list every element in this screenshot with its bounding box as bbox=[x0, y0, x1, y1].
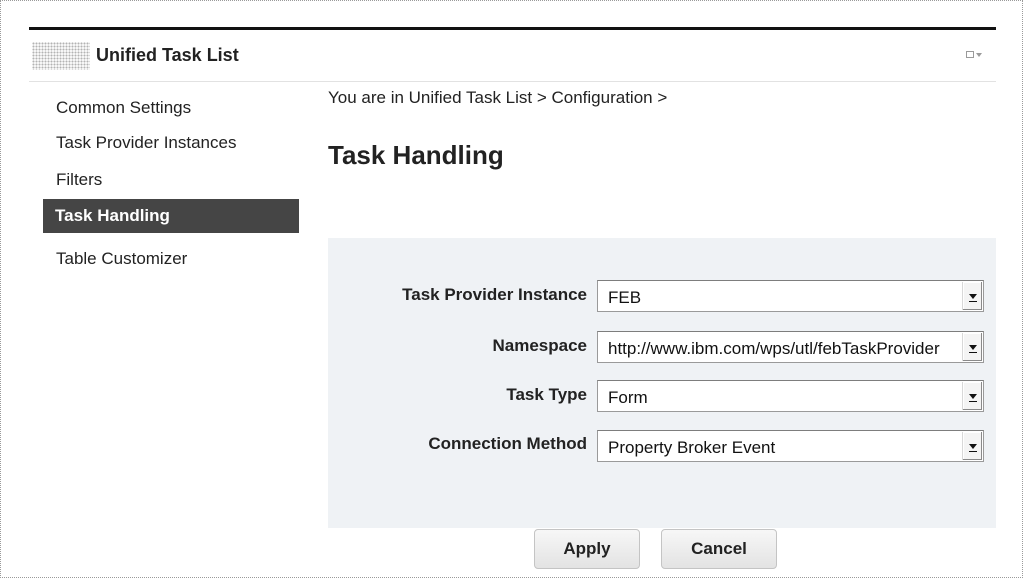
dropdown-arrow-icon[interactable] bbox=[962, 282, 982, 310]
connection-method-value: Property Broker Event bbox=[608, 438, 776, 457]
dropdown-arrow-icon[interactable] bbox=[962, 432, 982, 460]
portlet-title: Unified Task List bbox=[96, 45, 239, 65]
window-box-icon bbox=[966, 51, 974, 58]
sidebar-item-table-customizer[interactable]: Table Customizer bbox=[43, 242, 299, 276]
portlet-header: Unified Task List bbox=[29, 30, 996, 82]
drag-grip-icon[interactable] bbox=[32, 42, 90, 70]
namespace-label: Namespace bbox=[492, 336, 587, 355]
dropdown-arrow-icon[interactable] bbox=[962, 382, 982, 410]
page-title: Task Handling bbox=[328, 140, 504, 170]
task-provider-instance-value: FEB bbox=[608, 288, 642, 307]
task-type-select[interactable]: Form bbox=[597, 380, 984, 412]
sidebar-item-task-handling[interactable]: Task Handling bbox=[43, 199, 299, 233]
namespace-select[interactable]: http://www.ibm.com/wps/utl/febTaskProvid… bbox=[597, 331, 984, 363]
task-provider-instance-select[interactable]: FEB bbox=[597, 280, 984, 312]
connection-method-label: Connection Method bbox=[428, 434, 587, 453]
namespace-value: http://www.ibm.com/wps/utl/febTaskProvid… bbox=[608, 339, 940, 358]
sidebar-item-filters[interactable]: Filters bbox=[43, 163, 299, 197]
dropdown-arrow-icon[interactable] bbox=[962, 333, 982, 361]
task-type-label: Task Type bbox=[506, 385, 587, 404]
sidebar-item-task-provider-instances[interactable]: Task Provider Instances bbox=[43, 126, 299, 160]
portlet-menu-icon[interactable] bbox=[966, 49, 982, 61]
cancel-button[interactable]: Cancel bbox=[661, 529, 777, 569]
task-provider-instance-label: Task Provider Instance bbox=[402, 285, 587, 304]
breadcrumb: You are in Unified Task List > Configura… bbox=[328, 88, 668, 107]
apply-button[interactable]: Apply bbox=[534, 529, 640, 569]
sidebar-item-common-settings[interactable]: Common Settings bbox=[43, 91, 299, 125]
chevron-down-icon bbox=[976, 53, 982, 57]
task-type-value: Form bbox=[608, 388, 648, 407]
connection-method-select[interactable]: Property Broker Event bbox=[597, 430, 984, 462]
